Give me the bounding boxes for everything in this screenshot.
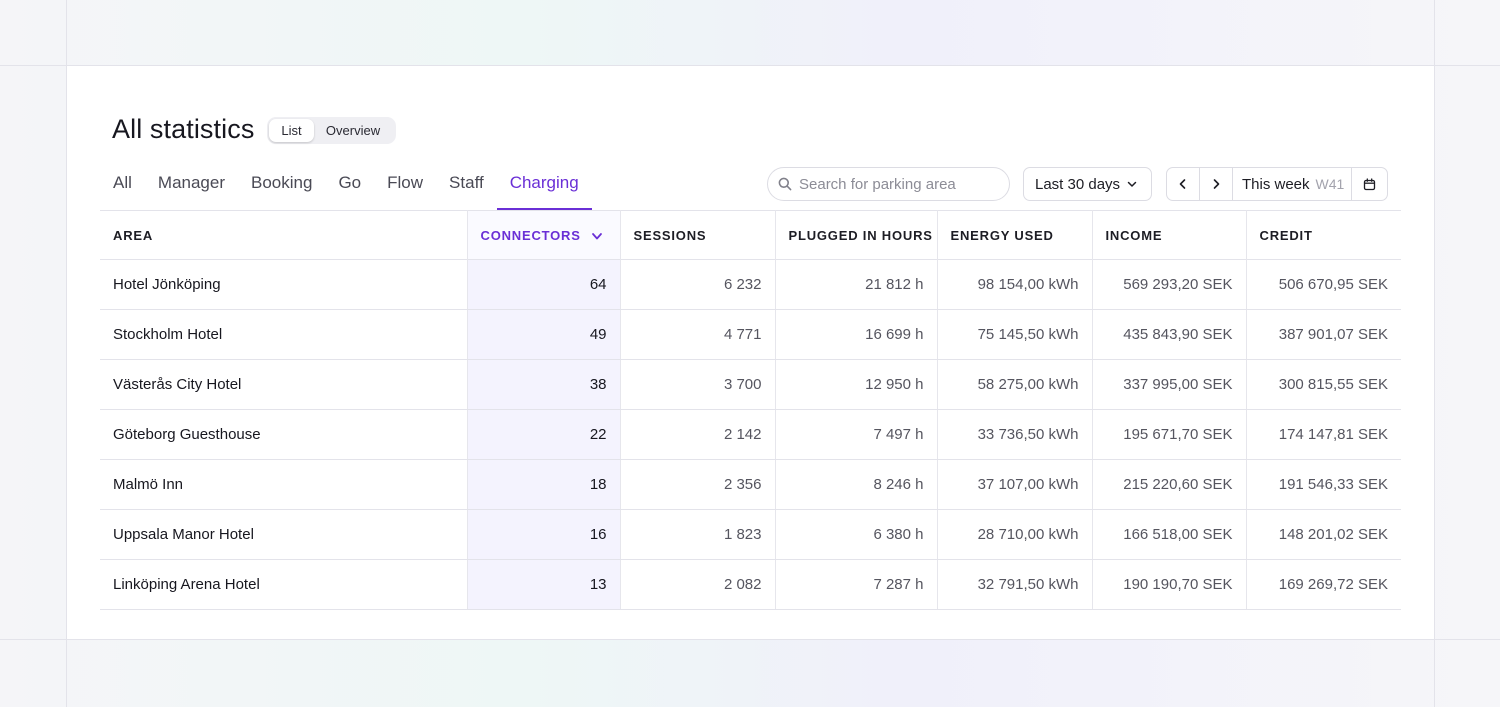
table-row[interactable]: Hotel Jönköping 64 6 232 21 812 h 98 154… (100, 259, 1401, 310)
cell-credit: 506 670,95 SEK (1246, 259, 1401, 310)
chevron-right-icon (1213, 179, 1220, 189)
category-tabs: All Manager Booking Go Flow Staff Chargi… (100, 162, 592, 210)
view-list-button[interactable]: List (269, 119, 314, 142)
column-header-plugged-in-hours[interactable]: PLUGGED IN HOURS (775, 210, 938, 260)
date-range-label: Last 30 days (1035, 175, 1121, 193)
sort-desc-icon (591, 233, 602, 240)
cell-sessions: 2 142 (620, 409, 776, 460)
column-header-area[interactable]: AREA (100, 210, 468, 260)
search-input[interactable] (799, 175, 999, 193)
column-header-income[interactable]: INCOME (1092, 210, 1247, 260)
cell-connectors: 18 (467, 459, 621, 510)
column-header-credit[interactable]: CREDIT (1246, 211, 1401, 260)
calendar-button[interactable] (1351, 168, 1387, 200)
week-label-text: This week (1242, 175, 1310, 193)
cell-area: Linköping Arena Hotel (100, 559, 468, 610)
calendar-icon (1363, 177, 1376, 190)
cell-income: 166 518,00 SEK (1092, 509, 1247, 560)
tab-flow[interactable]: Flow (374, 162, 436, 210)
app-background: All statistics List Overview All Manager… (0, 0, 1500, 707)
cell-area: Malmö Inn (100, 459, 468, 510)
chevron-down-icon (1127, 181, 1137, 187)
tab-booking[interactable]: Booking (238, 162, 325, 210)
cell-plugged-in-hours: 8 246 h (775, 459, 938, 510)
tab-charging[interactable]: Charging (496, 162, 592, 210)
cell-plugged-in-hours: 12 950 h (775, 359, 938, 410)
cell-income: 569 293,20 SEK (1092, 259, 1247, 310)
cell-credit: 387 901,07 SEK (1246, 309, 1401, 360)
guide-line (1434, 0, 1435, 707)
cell-area: Göteborg Guesthouse (100, 409, 468, 460)
cell-connectors: 13 (467, 559, 621, 610)
tab-go[interactable]: Go (325, 162, 374, 210)
statistics-table: AREA CONNECTORS SESSIONS PLUGGED IN HOUR… (100, 210, 1401, 610)
view-overview-button[interactable]: Overview (314, 119, 392, 142)
cell-sessions: 6 232 (620, 259, 776, 310)
tab-staff[interactable]: Staff (436, 162, 497, 210)
cell-plugged-in-hours: 21 812 h (775, 259, 938, 310)
prev-week-button[interactable] (1167, 168, 1200, 200)
cell-sessions: 1 823 (620, 509, 776, 560)
cell-plugged-in-hours: 16 699 h (775, 309, 938, 360)
cell-income: 337 995,00 SEK (1092, 359, 1247, 410)
page-title: All statistics (112, 114, 255, 144)
cell-sessions: 4 771 (620, 309, 776, 360)
cell-energy-used: 75 145,50 kWh (937, 309, 1093, 360)
cell-connectors: 38 (467, 359, 621, 410)
cell-income: 190 190,70 SEK (1092, 559, 1247, 610)
cell-credit: 148 201,02 SEK (1246, 509, 1401, 560)
cell-connectors: 49 (467, 309, 621, 360)
column-header-connectors[interactable]: CONNECTORS (467, 210, 621, 260)
table-row[interactable]: Stockholm Hotel 49 4 771 16 699 h 75 145… (100, 309, 1401, 360)
cell-energy-used: 37 107,00 kWh (937, 459, 1093, 510)
search-box (767, 167, 1010, 201)
cell-connectors: 22 (467, 409, 621, 460)
cell-energy-used: 58 275,00 kWh (937, 359, 1093, 410)
cell-connectors: 64 (467, 259, 621, 310)
week-picker: This week W41 (1166, 167, 1388, 201)
week-number: W41 (1315, 176, 1345, 192)
tab-manager[interactable]: Manager (145, 162, 238, 210)
cell-area: Hotel Jönköping (100, 259, 468, 310)
cell-energy-used: 28 710,00 kWh (937, 509, 1093, 560)
cell-plugged-in-hours: 7 497 h (775, 409, 938, 460)
cell-area: Stockholm Hotel (100, 309, 468, 360)
column-header-energy-used[interactable]: ENERGY USED (937, 210, 1093, 260)
cell-connectors: 16 (467, 509, 621, 560)
cell-area: Uppsala Manor Hotel (100, 509, 468, 560)
table-row[interactable]: Göteborg Guesthouse 22 2 142 7 497 h 33 … (100, 409, 1401, 460)
tab-all[interactable]: All (100, 162, 145, 210)
view-toggle: List Overview (267, 117, 396, 144)
cell-plugged-in-hours: 6 380 h (775, 509, 938, 560)
chevron-left-icon (1179, 179, 1186, 189)
cell-plugged-in-hours: 7 287 h (775, 559, 938, 610)
date-range-select[interactable]: Last 30 days (1023, 167, 1152, 201)
cell-sessions: 2 356 (620, 459, 776, 510)
next-week-button[interactable] (1200, 168, 1233, 200)
search-icon (778, 177, 792, 191)
table-row[interactable]: Uppsala Manor Hotel 16 1 823 6 380 h 28 … (100, 509, 1401, 560)
cell-income: 195 671,70 SEK (1092, 409, 1247, 460)
table-header-row: AREA CONNECTORS SESSIONS PLUGGED IN HOUR… (100, 210, 1401, 260)
statistics-card: All statistics List Overview All Manager… (67, 66, 1434, 639)
table-row[interactable]: Linköping Arena Hotel 13 2 082 7 287 h 3… (100, 559, 1401, 610)
cell-credit: 169 269,72 SEK (1246, 559, 1401, 610)
guide-line (0, 639, 1500, 640)
cell-credit: 174 147,81 SEK (1246, 409, 1401, 460)
cell-sessions: 2 082 (620, 559, 776, 610)
cell-credit: 300 815,55 SEK (1246, 359, 1401, 410)
cell-energy-used: 33 736,50 kWh (937, 409, 1093, 460)
column-header-sessions[interactable]: SESSIONS (620, 210, 776, 260)
cell-credit: 191 546,33 SEK (1246, 459, 1401, 510)
cell-sessions: 3 700 (620, 359, 776, 410)
cell-income: 435 843,90 SEK (1092, 309, 1247, 360)
table-row[interactable]: Malmö Inn 18 2 356 8 246 h 37 107,00 kWh… (100, 459, 1401, 510)
cell-energy-used: 32 791,50 kWh (937, 559, 1093, 610)
cell-income: 215 220,60 SEK (1092, 459, 1247, 510)
table-row[interactable]: Västerås City Hotel 38 3 700 12 950 h 58… (100, 359, 1401, 410)
cell-area: Västerås City Hotel (100, 359, 468, 410)
cell-energy-used: 98 154,00 kWh (937, 259, 1093, 310)
week-label[interactable]: This week W41 (1233, 168, 1351, 200)
